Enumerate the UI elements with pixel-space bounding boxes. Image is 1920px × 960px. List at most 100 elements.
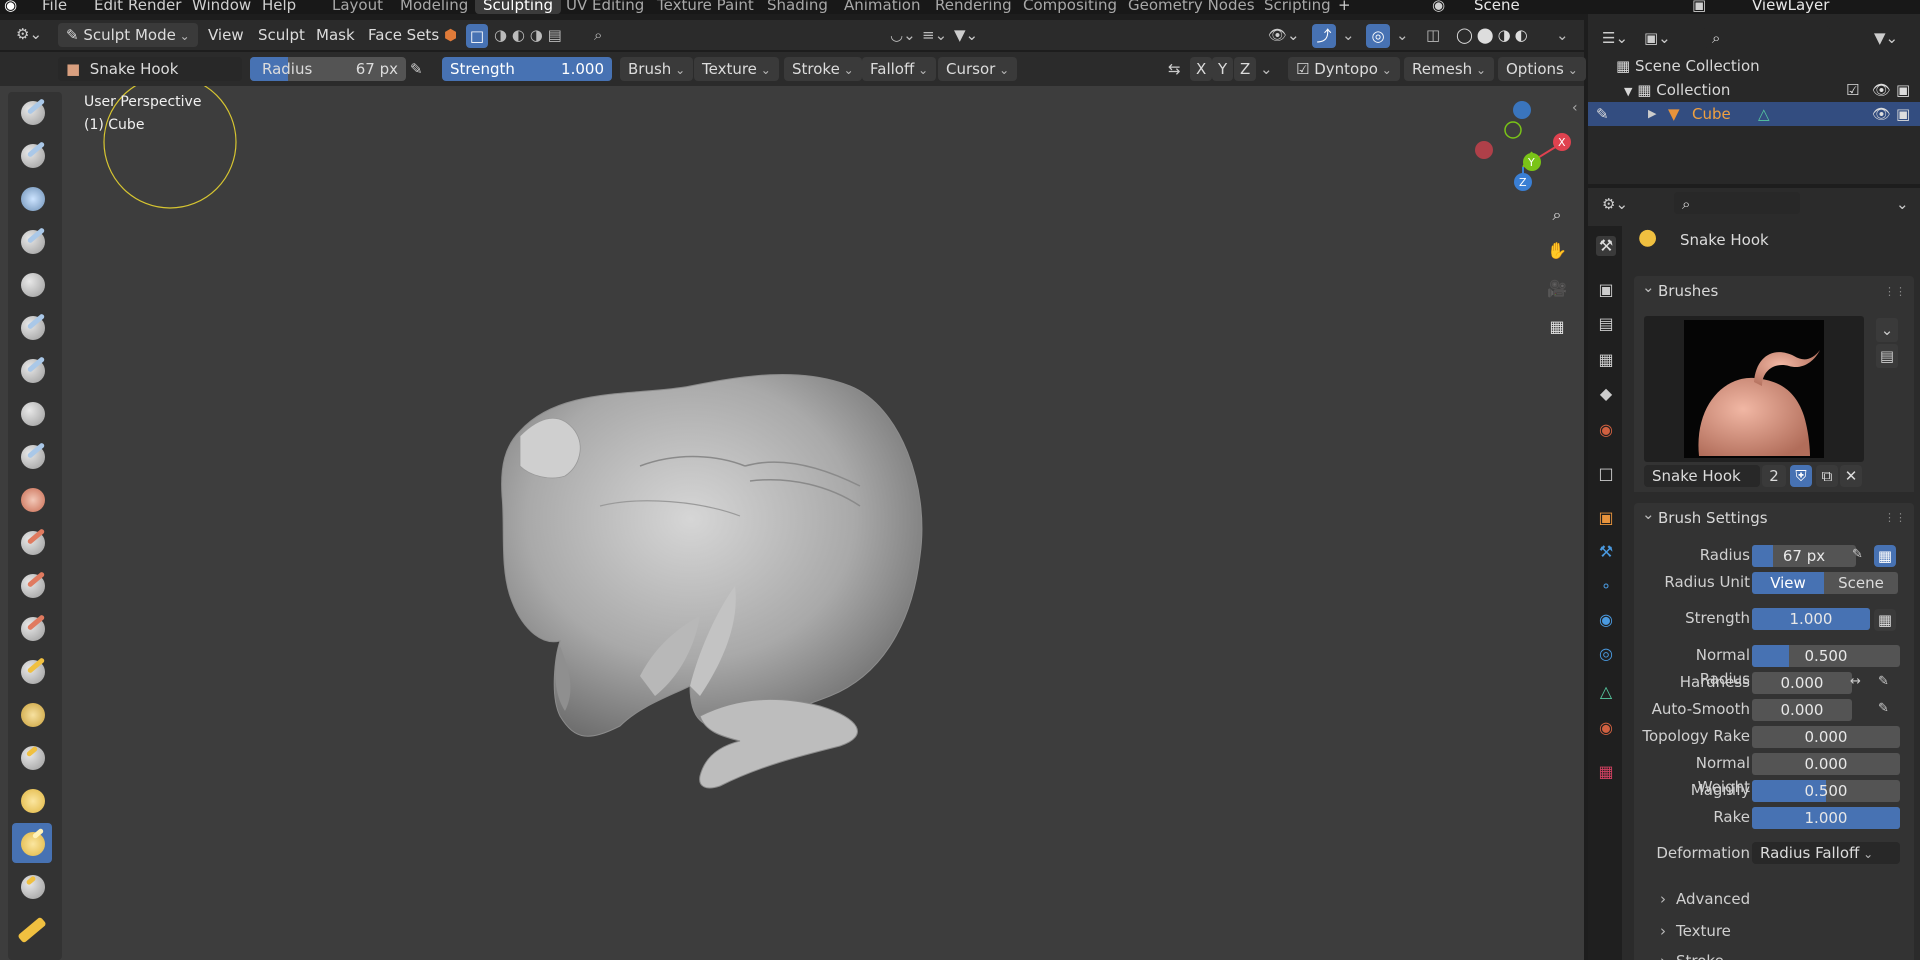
axis-x-toggle[interactable]: X xyxy=(1190,57,1213,81)
tab-compositing[interactable]: Compositing xyxy=(1023,0,1117,14)
shading-dropdown-icon[interactable]: ⌄ xyxy=(1556,23,1569,47)
texture-dropdown[interactable]: Texture xyxy=(694,57,779,81)
brush-name-field[interactable]: Snake Hook xyxy=(1644,465,1760,487)
tool-inflate[interactable] xyxy=(12,350,52,390)
camera-view-icon[interactable]: 🎥 xyxy=(1544,276,1570,302)
view-layer-tab-icon[interactable]: ▦ xyxy=(1596,350,1616,370)
cursor-dropdown[interactable]: Cursor xyxy=(938,57,1018,81)
strength-slider[interactable]: Strength 1.000 xyxy=(442,57,612,81)
tool-multiplane-scrape[interactable] xyxy=(12,651,52,691)
collection-tab-icon[interactable]: □ xyxy=(1596,464,1616,484)
visibility-icon[interactable]: 👁⌄ xyxy=(1268,23,1300,47)
tool-draw[interactable] xyxy=(12,92,52,132)
filter-icon[interactable]: ▼⌄ xyxy=(954,23,978,47)
render-tab-icon[interactable]: ▣ xyxy=(1596,280,1616,300)
symmetry-icon[interactable]: ⇆ xyxy=(1168,57,1181,81)
search-icon[interactable]: ⌕ xyxy=(594,23,602,47)
outliner-filter-icon[interactable]: ▼⌄ xyxy=(1874,26,1898,50)
visibility-eye-icon[interactable]: 👁 xyxy=(1872,102,1891,126)
menu-face-sets[interactable]: Face Sets xyxy=(368,23,439,47)
object-data-icon[interactable]: ⬢ xyxy=(444,23,457,47)
setting-slider-normal-weight[interactable]: 0.000 xyxy=(1752,753,1900,775)
brush-users-count[interactable]: 2 xyxy=(1762,465,1786,487)
perspective-toggle-icon[interactable]: ▦ xyxy=(1544,314,1570,340)
outliner-collection[interactable]: ▼ ▦ Collection xyxy=(1624,78,1730,102)
tab-layout[interactable]: Layout xyxy=(332,0,383,14)
setting-slider-strength[interactable]: 1.000 xyxy=(1752,608,1870,630)
transform-pivot-icon[interactable]: ◡⌄ xyxy=(890,23,916,47)
deformation-dropdown[interactable]: Radius Falloff xyxy=(1752,842,1900,864)
properties-options-icon[interactable]: ⌄ xyxy=(1896,192,1909,216)
gizmo-neg-x-icon[interactable] xyxy=(1475,141,1493,159)
render-camera-icon[interactable]: ▣ xyxy=(1896,78,1910,102)
hardness-pressure-icon[interactable]: ✎ xyxy=(1878,670,1889,694)
duplicate-brush-icon[interactable]: ⧉ xyxy=(1816,465,1838,487)
subpanel-advanced[interactable]: Advanced xyxy=(1660,890,1750,908)
tool-scrape[interactable] xyxy=(12,608,52,648)
hardness-invert-icon[interactable]: ↔ xyxy=(1850,670,1861,694)
viewport-canvas[interactable]: X Y Z xyxy=(0,86,1584,960)
blender-logo-icon[interactable]: ◉ xyxy=(4,0,17,14)
menu-render[interactable]: Render xyxy=(128,0,181,14)
view-layer-icon[interactable]: ▣ xyxy=(1692,0,1706,14)
menu-view[interactable]: View xyxy=(208,23,244,47)
menu-file[interactable]: File xyxy=(42,0,67,14)
properties-editor-type-icon[interactable]: ⚙⌄ xyxy=(1602,192,1628,216)
remesh-dropdown[interactable]: Remesh xyxy=(1404,57,1495,81)
brush-preview-frame[interactable] xyxy=(1644,316,1864,462)
tab-animation[interactable]: Animation xyxy=(844,0,920,14)
setting-slider-topology-rake[interactable]: 0.000 xyxy=(1752,726,1900,748)
tab-sculpting[interactable]: Sculpting xyxy=(475,0,562,14)
render-camera-icon[interactable]: ▣ xyxy=(1896,102,1910,126)
tool-crease[interactable] xyxy=(12,436,52,476)
panel-drag-handle-icon[interactable]: ⋮⋮ xyxy=(1884,280,1906,304)
tool-clay-strips[interactable] xyxy=(12,221,52,261)
object-tab-icon[interactable]: ▣ xyxy=(1596,508,1616,528)
brush-image-icon[interactable]: ▤ xyxy=(1876,344,1898,368)
fake-user-shield-icon[interactable]: ⛨ xyxy=(1790,465,1812,487)
visibility-eye-icon[interactable]: 👁 xyxy=(1872,78,1891,102)
tool-pinch[interactable] xyxy=(12,694,52,734)
add-workspace-icon[interactable]: + xyxy=(1338,0,1351,14)
editor-type-icon[interactable]: ⚙⌄ xyxy=(16,22,42,46)
setting-slider-rake[interactable]: 1.000 xyxy=(1752,807,1900,829)
overlay-toggle-icon[interactable]: ◎ xyxy=(1366,24,1390,48)
radius-lock-icon[interactable]: ▦ xyxy=(1874,545,1896,567)
panel-drag-handle-icon[interactable]: ⋮⋮ xyxy=(1884,506,1906,530)
symmetry-dropdown-icon[interactable]: ⌄ xyxy=(1260,57,1273,81)
dyntopo-toggle[interactable]: ☑ Dyntopo xyxy=(1288,57,1400,81)
tab-shading[interactable]: Shading xyxy=(767,0,828,14)
exclude-checkbox-icon[interactable]: ☑ xyxy=(1846,78,1859,102)
gizmo-neg-y-icon[interactable] xyxy=(1504,121,1522,139)
expand-arrow-icon[interactable]: ▶ xyxy=(1648,102,1656,126)
modifier-tab-icon[interactable]: ⚒ xyxy=(1596,542,1616,562)
gizmo-neg-z-icon[interactable] xyxy=(1513,101,1531,119)
tool-blob[interactable] xyxy=(12,393,52,433)
material-tab-icon[interactable]: ◉ xyxy=(1596,718,1616,738)
brushes-panel-header[interactable]: Brushes xyxy=(1634,272,1914,306)
tool-grab[interactable] xyxy=(12,737,52,777)
pressure-radius-icon[interactable]: ✎ xyxy=(410,57,423,81)
tool-smooth[interactable] xyxy=(12,479,52,519)
particles-tab-icon[interactable]: ∘ xyxy=(1596,576,1616,596)
setting-slider-normal-radius[interactable]: 0.500 xyxy=(1752,645,1900,667)
scene-icon[interactable]: ◉ xyxy=(1432,0,1445,14)
radius-slider[interactable]: Radius 67 px xyxy=(250,57,406,81)
brush-browse-icon[interactable]: ⌄ xyxy=(1876,318,1898,342)
constraints-tab-icon[interactable]: ◎ xyxy=(1596,644,1616,664)
tool-settings-icon[interactable]: ≡⌄ xyxy=(922,23,947,47)
brush-selector[interactable]: ■ Snake Hook xyxy=(58,57,242,81)
tab-modeling[interactable]: Modeling xyxy=(400,0,468,14)
sculpted-mesh[interactable] xyxy=(501,374,923,789)
options-dropdown[interactable]: Options xyxy=(1498,57,1586,81)
xray-icon[interactable]: ◫ xyxy=(1426,23,1440,47)
axis-z-toggle[interactable]: Z xyxy=(1234,57,1257,81)
outliner-editor-type-icon[interactable]: ☰⌄ xyxy=(1602,26,1628,50)
scene-name[interactable]: Scene xyxy=(1474,0,1520,14)
world-tab-icon[interactable]: ◉ xyxy=(1596,420,1616,440)
scene-tab-icon[interactable]: ◆ xyxy=(1596,384,1616,404)
tool-pose[interactable] xyxy=(12,909,52,949)
tool-draw-sharp[interactable] xyxy=(12,135,52,175)
menu-help[interactable]: Help xyxy=(262,0,296,14)
select-box-icon[interactable]: □ xyxy=(466,24,488,48)
